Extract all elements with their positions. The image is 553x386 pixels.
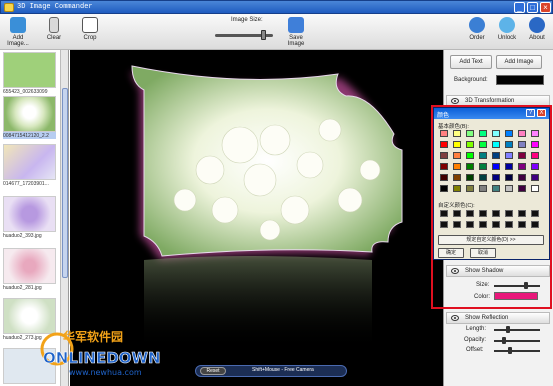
reflection-length-slider-thumb[interactable] [506,326,510,333]
background-color-swatch[interactable] [496,75,544,85]
thumbnail-item[interactable]: 655423_002633099 [3,52,56,95]
scrollbar-thumb[interactable] [62,88,68,278]
reflection-opacity-slider[interactable] [494,340,540,342]
cart-icon [469,17,485,33]
unlock-label: Unlock [497,35,517,41]
title-bar: 3D Image Commander _ □ × [0,0,553,14]
thumbnail-image [3,196,56,232]
canvas-bottom-bar: Reset Shift+Mouse - Free Camera [195,365,347,377]
thumbnail-caption: 655423_002633099 [3,89,48,95]
crop-button[interactable]: Crop [80,17,100,41]
thumbnail-caption: 0084715412120_2.2 [3,133,49,139]
camera-hint: Shift+Mouse - Free Camera [252,367,314,373]
thumbnail-image [3,52,56,88]
watermark-url: www.newhua.com [69,368,142,377]
toolbar: Add Image... Clear Crop Image Size: Save… [0,14,553,50]
reflection-length-slider[interactable] [494,329,540,331]
thumbnail-item[interactable]: huaduo2_281.jpg [3,248,56,291]
eye-icon[interactable] [451,98,459,104]
thumbnail-item[interactable]: 014677_17203901... [3,144,56,187]
app-icon [4,3,14,12]
reflection-offset-slider-thumb[interactable] [508,347,512,354]
unlock-button[interactable]: Unlock [496,17,518,41]
thumbnail-item-selected[interactable]: 0084715412120_2.2 [3,96,56,139]
section-show-reflection[interactable]: Show Reflection [446,312,550,324]
trash-icon [49,17,59,33]
save-icon [288,17,304,33]
clear-label: Clear [46,35,62,41]
add-image-button[interactable]: Add Image [496,55,542,69]
thumbnail-image [3,96,56,132]
window-title: 3D Image Commander [17,3,93,11]
highlight-box [431,105,552,309]
eye-icon[interactable] [451,315,459,321]
watermark-cn: 华军软件园 [63,329,123,344]
save-image-button[interactable]: Save Image [281,17,311,47]
show-reflection-label: Show Reflection [465,315,509,321]
transformation-label: 3D Transformation [465,98,515,104]
onlinedown-watermark-logo: 华军软件园 ONLINEDOWN www.newhua.com [40,329,160,377]
reflection-opacity-slider-thumb[interactable] [502,337,506,344]
background-label: Background: [454,77,488,83]
about-label: About [529,35,545,41]
thumbnail-image [3,248,56,284]
image-size-label: Image Size: [231,17,263,23]
reset-button[interactable]: Reset [200,367,226,375]
save-image-label: Save Image [287,35,305,47]
add-images-label: Add Image... [7,35,29,47]
minimize-button[interactable]: _ [514,2,525,13]
info-icon [529,17,545,33]
close-button[interactable]: × [540,2,551,13]
reflection-offset-label: Offset: [466,347,484,353]
clear-button[interactable]: Clear [44,17,64,41]
maximize-button[interactable]: □ [527,2,538,13]
thumbnail-caption: huaduo2_393.jpg [3,233,42,239]
thumbnail-caption: huaduo2_281.jpg [3,285,42,291]
add-images-button[interactable]: Add Image... [2,17,34,47]
image-size-slider-thumb[interactable] [261,30,267,40]
about-button[interactable]: About [525,17,549,41]
add-image-icon [10,17,26,33]
unlock-icon [499,17,515,33]
crop-label: Crop [83,35,97,41]
thumbnail-caption: 014677_17203901... [3,181,49,187]
thumbnail-item[interactable]: huaduo2_393.jpg [3,196,56,239]
order-button[interactable]: Order [466,17,488,41]
order-label: Order [469,35,485,41]
scissors-icon [82,17,98,33]
reflection-length-label: Length: [466,326,487,332]
watermark-en: ONLINEDOWN [43,349,160,367]
thumbnail-image [3,144,56,180]
add-text-button[interactable]: Add Text [450,55,492,69]
reflection-offset-slider[interactable] [494,350,540,352]
reflection-opacity-label: Opacity: [464,337,487,343]
